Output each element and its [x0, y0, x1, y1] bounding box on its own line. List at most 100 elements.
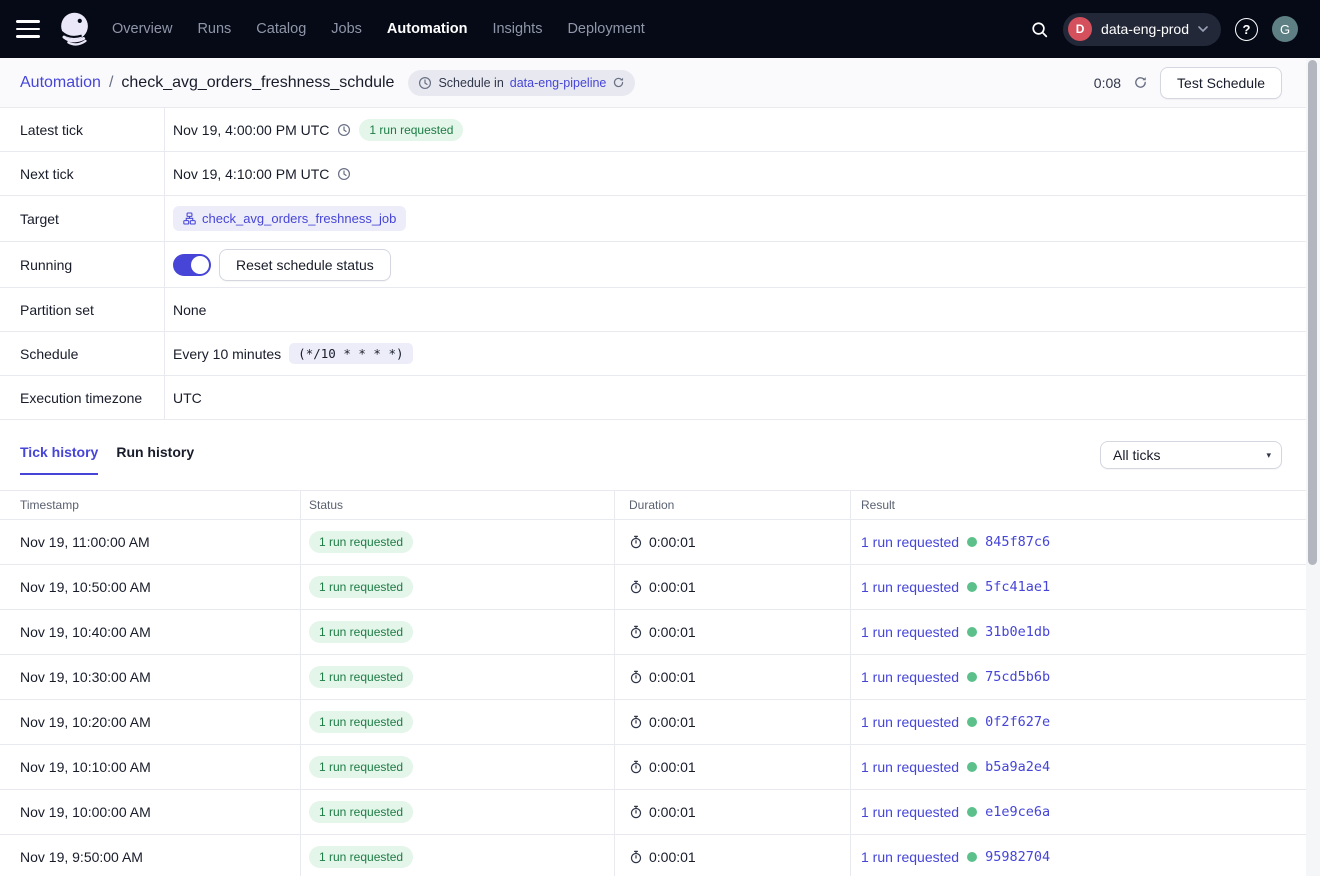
search-icon[interactable]: [1030, 20, 1049, 39]
chevron-down-icon: [1198, 26, 1208, 32]
nav-item-runs[interactable]: Runs: [197, 21, 231, 37]
run-id-link[interactable]: 0f2f627e: [985, 714, 1050, 730]
refresh-icon[interactable]: [1133, 75, 1148, 90]
hamburger-menu-icon[interactable]: [16, 20, 40, 38]
running-toggle[interactable]: [173, 254, 211, 276]
stopwatch-icon: [629, 580, 643, 594]
run-id-link[interactable]: 845f87c6: [985, 534, 1050, 550]
col-header-timestamp: Timestamp: [0, 491, 300, 519]
nav-item-overview[interactable]: Overview: [112, 21, 172, 37]
nav-right-cluster: D data-eng-prod ? G: [1030, 13, 1298, 46]
run-id-link[interactable]: 75cd5b6b: [985, 669, 1050, 685]
run-success-dot-icon: [967, 537, 977, 547]
stopwatch-icon: [629, 625, 643, 639]
tick-status-badge: 1 run requested: [309, 846, 413, 868]
run-id-link[interactable]: 5fc41ae1: [985, 579, 1050, 595]
detail-row-timezone: Execution timezone UTC: [0, 376, 1320, 420]
run-id-link[interactable]: 95982704: [985, 849, 1050, 865]
tick-result-link[interactable]: 1 run requested: [861, 579, 959, 595]
tick-result-link[interactable]: 1 run requested: [861, 624, 959, 640]
table-row: Nov 19, 10:00:00 AM 1 run requested 0:00…: [0, 790, 1320, 835]
code-location-link[interactable]: data-eng-pipeline: [510, 76, 607, 90]
run-success-dot-icon: [967, 627, 977, 637]
tick-timestamp: Nov 19, 10:50:00 AM: [0, 565, 300, 609]
tick-result-link[interactable]: 1 run requested: [861, 534, 959, 550]
table-row: Nov 19, 9:50:00 AM 1 run requested 0:00:…: [0, 835, 1320, 876]
stopwatch-icon: [629, 760, 643, 774]
scrollbar-thumb[interactable]: [1308, 60, 1317, 565]
stopwatch-icon: [629, 805, 643, 819]
history-tabs-bar: Tick history Run history All ticks ▾: [0, 420, 1320, 490]
nav-item-catalog[interactable]: Catalog: [256, 21, 306, 37]
tick-duration: 0:00:01: [649, 759, 696, 775]
tick-history-table: Timestamp Status Duration Result Nov 19,…: [0, 490, 1320, 876]
reload-location-icon[interactable]: [612, 76, 625, 89]
page-scrollbar: [1306, 58, 1320, 876]
run-success-dot-icon: [967, 672, 977, 682]
tick-status-badge: 1 run requested: [309, 711, 413, 733]
tick-result-link[interactable]: 1 run requested: [861, 714, 959, 730]
target-job-link[interactable]: check_avg_orders_freshness_job: [173, 206, 406, 231]
run-id-link[interactable]: e1e9ce6a: [985, 804, 1050, 820]
run-id-link[interactable]: b5a9a2e4: [985, 759, 1050, 775]
breadcrumb-separator: /: [109, 74, 113, 92]
breadcrumb-automation-link[interactable]: Automation: [20, 74, 101, 92]
partition-set-value: None: [173, 302, 206, 318]
table-header: Timestamp Status Duration Result: [0, 491, 1320, 520]
breadcrumb-bar: Automation / check_avg_orders_freshness_…: [0, 58, 1320, 108]
nav-item-deployment[interactable]: Deployment: [567, 21, 644, 37]
tick-duration: 0:00:01: [649, 669, 696, 685]
tick-result-link[interactable]: 1 run requested: [861, 669, 959, 685]
run-success-dot-icon: [967, 852, 977, 862]
caret-down-icon: ▾: [1266, 450, 1271, 461]
timezone-value: UTC: [173, 390, 202, 406]
tick-status-badge: 1 run requested: [309, 531, 413, 553]
run-success-dot-icon: [967, 582, 977, 592]
detail-label: Latest tick: [0, 108, 165, 151]
user-avatar[interactable]: G: [1272, 16, 1298, 42]
badge-prefix: Schedule in: [438, 76, 503, 90]
tick-duration: 0:00:01: [649, 804, 696, 820]
test-schedule-button[interactable]: Test Schedule: [1160, 67, 1282, 99]
detail-label: Execution timezone: [0, 376, 165, 419]
tick-timestamp: Nov 19, 10:20:00 AM: [0, 700, 300, 744]
detail-row-target: Target check_avg_orders_freshness_job: [0, 196, 1320, 242]
table-row: Nov 19, 10:50:00 AM 1 run requested 0:00…: [0, 565, 1320, 610]
run-success-dot-icon: [967, 807, 977, 817]
detail-label: Running: [0, 242, 165, 287]
help-icon[interactable]: ?: [1235, 18, 1258, 41]
workspace-avatar: D: [1068, 17, 1092, 41]
reset-schedule-status-button[interactable]: Reset schedule status: [219, 249, 391, 281]
tick-status-badge: 1 run requested: [309, 756, 413, 778]
tick-duration: 0:00:01: [649, 714, 696, 730]
tick-timestamp: Nov 19, 10:00:00 AM: [0, 790, 300, 834]
nav-item-jobs[interactable]: Jobs: [331, 21, 362, 37]
nav-item-automation[interactable]: Automation: [387, 21, 468, 37]
dagster-logo[interactable]: [54, 8, 96, 50]
run-success-dot-icon: [967, 762, 977, 772]
tick-duration: 0:00:01: [649, 579, 696, 595]
tick-filter-value: All ticks: [1113, 447, 1160, 463]
schedule-description: Every 10 minutes: [173, 346, 281, 362]
col-header-result: Result: [850, 491, 1320, 519]
run-id-link[interactable]: 31b0e1db: [985, 624, 1050, 640]
stopwatch-icon: [629, 850, 643, 864]
tick-status-badge: 1 run requested: [309, 801, 413, 823]
workspace-switcher[interactable]: D data-eng-prod: [1063, 13, 1221, 46]
col-header-duration: Duration: [614, 491, 850, 519]
tick-result-link[interactable]: 1 run requested: [861, 849, 959, 865]
tab-run-history[interactable]: Run history: [116, 444, 194, 475]
tick-duration: 0:00:01: [649, 534, 696, 550]
table-row: Nov 19, 10:40:00 AM 1 run requested 0:00…: [0, 610, 1320, 655]
tick-filter-select[interactable]: All ticks ▾: [1100, 441, 1282, 469]
tab-tick-history[interactable]: Tick history: [20, 444, 98, 475]
tick-result-link[interactable]: 1 run requested: [861, 804, 959, 820]
breadcrumb-actions: 0:08 Test Schedule: [1094, 67, 1282, 99]
detail-label: Schedule: [0, 332, 165, 375]
tick-result-link[interactable]: 1 run requested: [861, 759, 959, 775]
stopwatch-icon: [629, 715, 643, 729]
nav-item-insights[interactable]: Insights: [492, 21, 542, 37]
run-success-dot-icon: [967, 717, 977, 727]
latest-tick-time: Nov 19, 4:00:00 PM UTC: [173, 122, 329, 138]
detail-row-latest-tick: Latest tick Nov 19, 4:00:00 PM UTC 1 run…: [0, 108, 1320, 152]
